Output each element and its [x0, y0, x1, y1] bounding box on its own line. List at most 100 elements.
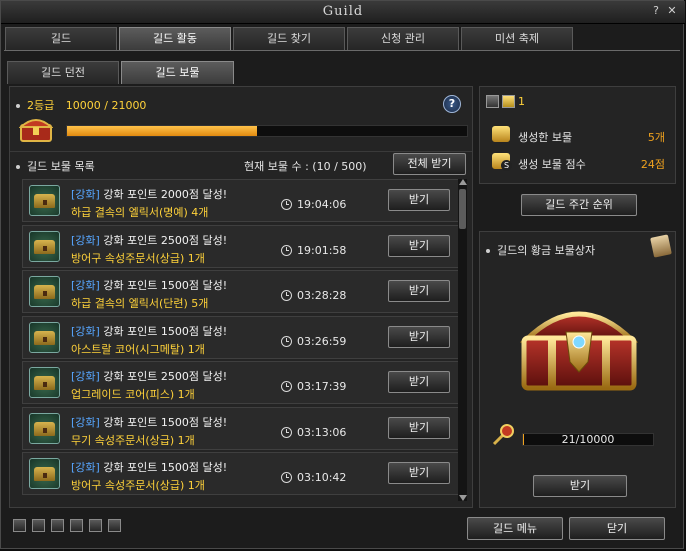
help-icon[interactable]: ?: [649, 4, 663, 18]
clock-icon: [281, 335, 292, 347]
treasure-item-time: 19:04:06: [297, 198, 347, 211]
receive-button[interactable]: 받기: [388, 234, 450, 257]
scroll-up-icon[interactable]: [459, 179, 467, 185]
treasure-list-item: [강화] 강화 포인트 2000점 달성! 하급 결속의 엘릭서(명예) 4개 19…: [22, 179, 466, 222]
top-value: 1: [518, 95, 525, 108]
scroll-down-icon[interactable]: [459, 495, 467, 501]
created-label: 생성한 보물: [518, 131, 573, 144]
clock-icon: [281, 244, 292, 256]
tab-guild[interactable]: 길드: [5, 27, 117, 50]
scrollbar[interactable]: [458, 179, 467, 501]
treasure-item-desc: 강화 포인트 1500점 달성!: [103, 415, 228, 429]
treasure-item-tag: [강화]: [71, 415, 100, 429]
golden-chest-image: [514, 292, 644, 396]
treasure-item-desc: 강화 포인트 2500점 달성!: [103, 370, 228, 383]
title-bar: Guild ? ✕: [1, 1, 685, 24]
member-icon[interactable]: [32, 519, 45, 532]
treasure-list-item: [강화] 강화 포인트 1500점 달성! 하급 결속의 엘릭서(단련) 5개 03…: [22, 270, 466, 313]
clock-icon: [281, 381, 292, 392]
divider: [10, 151, 472, 152]
refresh-icon[interactable]: [51, 519, 64, 532]
subtab-guild-dungeon[interactable]: 길드 던전: [7, 61, 119, 84]
golden-chest-header: 길드의 황금 보물상자: [486, 242, 595, 258]
subtab-guild-treasure[interactable]: 길드 보물: [121, 61, 234, 84]
guild-list-icon[interactable]: [13, 519, 26, 532]
key-icon: [490, 422, 516, 448]
golden-chest-receive-button[interactable]: 받기: [533, 475, 627, 497]
treasure-item-reward: 무기 속성주문서(상급) 1개: [71, 433, 195, 447]
bullet-icon: [16, 104, 20, 108]
golden-chest-progress-text: 21/10000: [561, 433, 615, 446]
treasure-item-time: 03:13:06: [297, 425, 347, 439]
close-icon[interactable]: ✕: [665, 4, 679, 18]
grade-row: 2등급 10000 / 21000: [16, 97, 146, 113]
export-icon[interactable]: [108, 519, 121, 532]
treasure-item-description: [강화] 강화 포인트 2000점 달성!: [71, 186, 227, 202]
window-title: Guild: [322, 4, 364, 19]
receive-button[interactable]: 받기: [388, 416, 450, 439]
treasure-item-description: [강화] 강화 포인트 1500점 달성!: [71, 459, 227, 475]
treasure-item-reward: 하급 결속의 엘릭서(명예) 4개: [71, 206, 209, 219]
treasure-chest-icon: [29, 185, 60, 216]
treasure-item-desc: 강화 포인트 1500점 달성!: [103, 324, 228, 338]
tab-divider: [4, 50, 680, 51]
treasure-item-time: 03:26:59: [297, 334, 347, 348]
receive-button[interactable]: 받기: [388, 325, 450, 348]
list-header: 길드 보물 목록: [16, 158, 95, 174]
treasure-item-desc: 강화 포인트 1500점 달성!: [103, 279, 228, 292]
treasure-item-tag: [강화]: [71, 370, 100, 383]
grade-progress-bar: [66, 125, 468, 137]
help-icon[interactable]: ?: [443, 95, 461, 113]
treasure-item-description: [강화] 강화 포인트 1500점 달성!: [71, 323, 227, 339]
bullet-icon: [16, 165, 20, 169]
clock-icon: [281, 472, 292, 483]
tab-guild-search[interactable]: 길드 찾기: [233, 27, 345, 50]
treasure-item-desc: 강화 포인트 2500점 달성!: [103, 233, 228, 247]
close-button[interactable]: 닫기: [569, 517, 665, 540]
treasure-item-description: [강화] 강화 포인트 1500점 달성!: [71, 277, 227, 293]
bullet-icon: [486, 249, 490, 253]
tab-guild-activity[interactable]: 길드 활동: [119, 27, 231, 50]
list-title: 길드 보물 목록: [27, 160, 95, 173]
receive-button[interactable]: 받기: [388, 189, 450, 211]
grade-progress-fill: [67, 126, 258, 136]
treasure-item-reward: 업그레이드 코어(피스) 1개: [71, 388, 195, 401]
treasure-item-tag: [강화]: [71, 188, 100, 201]
receive-all-button[interactable]: 전체 받기: [393, 153, 466, 175]
treasure-list-item: [강화] 강화 포인트 1500점 달성! 방어구 속성주문서(상급) 1개 03:…: [22, 452, 466, 495]
treasure-item-tag: [강화]: [71, 233, 100, 247]
guild-menu-button[interactable]: 길드 메뉴: [467, 517, 563, 540]
treasure-chest-icon: [29, 367, 60, 398]
book-icon[interactable]: [70, 519, 83, 532]
weekly-ranking-button[interactable]: 길드 주간 순위: [521, 194, 637, 216]
guild-emblem-icon: [502, 95, 515, 108]
clock-icon: [281, 426, 292, 438]
pencil-icon: [486, 95, 499, 108]
treasure-item-time: 03:28:28: [297, 289, 347, 302]
receive-button[interactable]: 받기: [388, 280, 450, 302]
treasure-item-time: 19:01:58: [297, 243, 347, 257]
receive-button[interactable]: 받기: [388, 462, 450, 484]
shop-cart-icon[interactable]: [89, 519, 102, 532]
golden-chest-title: 길드의 황금 보물상자: [497, 244, 596, 257]
receive-button[interactable]: 받기: [388, 371, 450, 393]
treasure-item-reward: 아스트랄 코어(시그메탈) 1개: [71, 342, 205, 356]
clock-icon: [281, 290, 292, 301]
tab-application-manage[interactable]: 신청 관리: [347, 27, 459, 50]
scroll-icon[interactable]: [650, 234, 672, 258]
treasure-item-reward: 방어구 속성주문서(상급) 1개: [71, 251, 205, 265]
tab-mission-festival[interactable]: 미션 축제: [461, 27, 573, 50]
grade-progress-text: 10000 / 21000: [65, 99, 147, 112]
treasure-item-time: 03:17:39: [297, 380, 347, 393]
created-value: 5개: [647, 131, 665, 144]
treasure-chest-icon: [18, 115, 54, 143]
score-label: 생성 보물 점수: [518, 158, 586, 171]
treasure-item-time: 03:10:42: [297, 471, 347, 484]
treasure-item-description: [강화] 강화 포인트 2500점 달성!: [71, 368, 227, 384]
treasure-stats-panel: 1 생성한 보물 5개 S 생성 보물 점수 24점: [479, 86, 676, 184]
treasure-item-reward: 방어구 속성주문서(상급) 1개: [71, 479, 205, 492]
treasure-item-tag: [강화]: [71, 279, 100, 292]
treasure-created-icon: [492, 126, 510, 142]
golden-chest-progress-bar: 21/10000: [522, 433, 654, 446]
scroll-thumb[interactable]: [459, 189, 466, 229]
